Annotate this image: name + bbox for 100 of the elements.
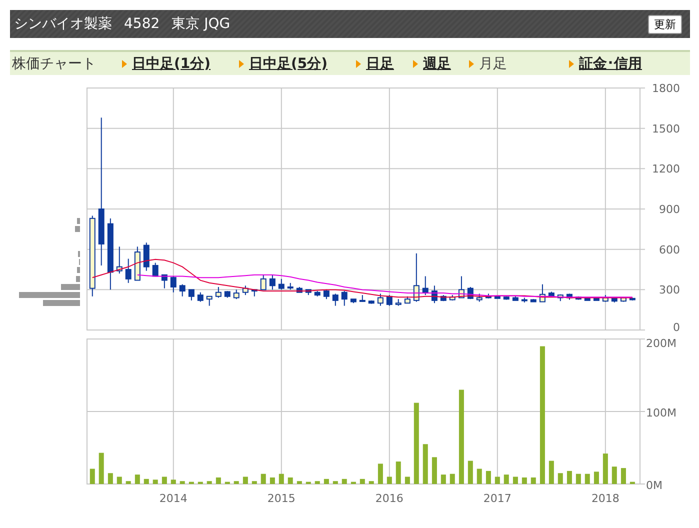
year-label: 2018	[591, 492, 620, 505]
candlestick	[224, 290, 230, 298]
candlestick	[404, 296, 410, 304]
volume-bar	[386, 476, 392, 484]
volume-bar	[242, 476, 248, 484]
volume-bar	[576, 474, 581, 484]
price-axis-label: 900	[659, 203, 680, 216]
year-label: 2015	[267, 492, 296, 505]
period-link[interactable]: 証金･信用	[579, 54, 642, 72]
volume-bar	[504, 474, 509, 484]
candlestick	[188, 289, 194, 301]
candlestick	[557, 294, 564, 302]
candlestick	[575, 296, 582, 300]
volume-bar	[126, 481, 131, 484]
current-period: 月足	[479, 54, 507, 72]
candlestick	[368, 300, 374, 304]
candlestick	[440, 294, 446, 302]
volume-bar	[494, 476, 500, 484]
candlestick	[179, 284, 186, 297]
volume-bar	[90, 468, 95, 484]
candlestick	[458, 276, 464, 298]
candlestick	[260, 274, 266, 290]
candlestick	[215, 286, 222, 298]
volume-bar	[548, 460, 554, 484]
year-label: 2014	[159, 492, 188, 505]
volume-bar	[468, 460, 473, 484]
candlestick	[602, 294, 608, 302]
candlestick	[422, 276, 428, 296]
triangle-icon	[239, 60, 244, 68]
volume-bar	[162, 476, 167, 484]
period-link[interactable]: 日足	[366, 54, 394, 72]
price-axis-label: 0	[673, 321, 680, 334]
volume-bar	[260, 474, 266, 484]
candlestick	[521, 297, 528, 303]
volume-axis-label: 200M	[646, 338, 676, 350]
price-axis-label: 1500	[652, 122, 680, 136]
candlestick	[485, 293, 492, 299]
volume-bar	[144, 478, 149, 484]
volume-bar	[620, 468, 626, 484]
price-axis-label: 1800	[652, 82, 680, 95]
candlestick	[476, 293, 482, 302]
volume-bar	[170, 480, 176, 484]
candlestick	[395, 298, 402, 306]
candlestick	[548, 291, 554, 298]
candlestick	[125, 258, 132, 284]
price-axis-label: 300	[659, 284, 680, 297]
volume-bar	[350, 482, 356, 484]
volume-bar	[558, 473, 563, 484]
period-link[interactable]: 週足	[423, 54, 451, 72]
company-name: シンバイオ製薬	[14, 15, 112, 33]
candlestick	[629, 297, 636, 301]
volume-bar	[602, 454, 608, 484]
volume-bar	[296, 481, 302, 484]
period-link[interactable]: 日中足(5分)	[249, 54, 328, 72]
candlestick	[386, 294, 392, 306]
volume-bar	[278, 474, 284, 484]
volume-bar	[594, 472, 599, 484]
candlestick	[359, 294, 366, 302]
period-link[interactable]: 日中足(1分)	[132, 54, 211, 72]
candlestick	[611, 297, 618, 303]
market-name: 東京 JQG	[172, 15, 230, 33]
triangle-icon	[356, 60, 361, 68]
stock-code: 4582	[124, 16, 160, 32]
volume-bar	[486, 470, 491, 484]
candlestick	[530, 298, 536, 302]
volume-bar	[566, 470, 572, 484]
candlestick	[512, 296, 518, 301]
volume-bar	[342, 478, 347, 484]
triangle-icon	[569, 60, 574, 68]
volume-bar	[134, 474, 140, 484]
volume-bar	[306, 482, 311, 484]
volume-bar	[450, 474, 455, 484]
volume-bar	[288, 477, 293, 484]
volume-bar	[476, 468, 482, 484]
volume-bar	[630, 482, 635, 484]
candlestick	[197, 292, 204, 302]
volume-bar	[584, 474, 590, 484]
refresh-button[interactable]: 更新	[648, 14, 682, 34]
candlestick	[134, 246, 140, 281]
triangle-icon	[469, 60, 474, 68]
candlestick	[413, 252, 420, 302]
price-axis-label: 1200	[652, 162, 680, 176]
candlestick	[467, 286, 474, 300]
volume-bar	[234, 481, 239, 484]
volume-bar	[396, 462, 401, 484]
volume-bar	[332, 481, 338, 484]
volume-bar	[368, 481, 374, 484]
triangle-icon	[413, 60, 418, 68]
candlestick	[296, 286, 302, 293]
candlestick	[377, 293, 384, 306]
volume-bar	[216, 477, 221, 484]
candlestick	[116, 246, 122, 274]
volume-bar	[522, 477, 527, 484]
volume-bar	[512, 476, 518, 484]
candlestick	[242, 285, 248, 296]
volume-bar	[378, 464, 383, 484]
candlestick	[341, 290, 348, 306]
candlestick	[305, 289, 312, 296]
candlestick	[566, 293, 572, 300]
volume-axis-label: 0M	[646, 479, 662, 492]
